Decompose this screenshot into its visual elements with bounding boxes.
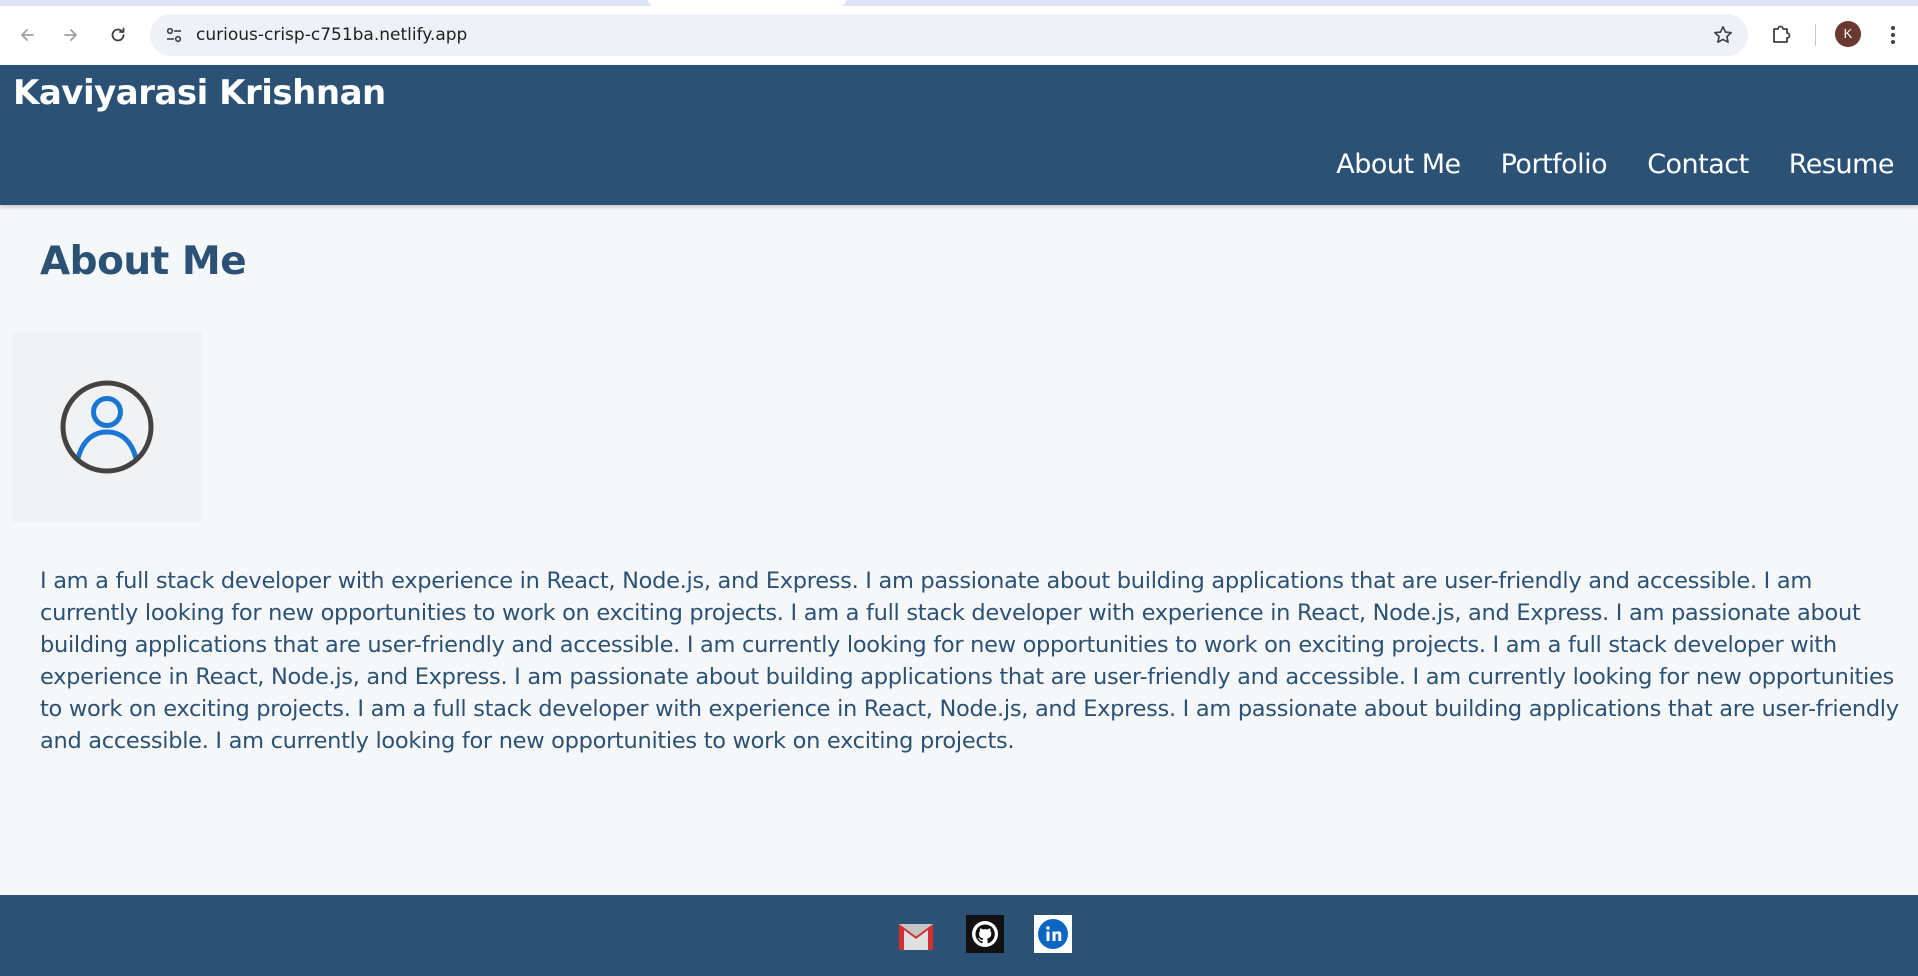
nav-contact[interactable]: Contact	[1647, 149, 1749, 180]
profile-image	[12, 332, 202, 522]
reload-button[interactable]	[103, 20, 133, 50]
user-avatar-icon	[60, 380, 154, 474]
bio-paragraph: I am a full stack developer with experie…	[40, 568, 1899, 754]
nav-resume[interactable]: Resume	[1789, 149, 1895, 180]
toolbar-separator	[1815, 24, 1816, 46]
github-icon[interactable]	[966, 915, 1004, 953]
linkedin-icon[interactable]	[1034, 915, 1072, 953]
reload-icon	[111, 27, 125, 42]
browser-chrome: curious-crisp-c751ba.netlify.app K	[0, 0, 1918, 65]
more-menu-icon[interactable]	[1880, 20, 1906, 50]
extensions-icon[interactable]	[1766, 20, 1796, 50]
site-footer	[0, 895, 1918, 976]
active-tab[interactable]	[648, 0, 846, 6]
site-header: Kaviyarasi Krishnan About Me Portfolio C…	[0, 65, 1918, 205]
back-arrow-icon	[21, 29, 34, 41]
page-title: About Me	[40, 239, 247, 284]
forward-button[interactable]	[56, 20, 86, 50]
tab-strip	[0, 0, 1918, 6]
address-bar[interactable]: curious-crisp-c751ba.netlify.app	[150, 14, 1748, 56]
url-text[interactable]: curious-crisp-c751ba.netlify.app	[196, 14, 467, 56]
back-button[interactable]	[12, 20, 42, 50]
bookmark-star-icon[interactable]	[1712, 24, 1734, 46]
gmail-icon[interactable]	[897, 915, 935, 953]
profile-avatar[interactable]: K	[1835, 21, 1861, 47]
site-brand: Kaviyarasi Krishnan	[13, 73, 386, 113]
main-nav: About Me Portfolio Contact Resume	[1336, 149, 1894, 180]
nav-about-me[interactable]: About Me	[1336, 149, 1461, 180]
nav-portfolio[interactable]: Portfolio	[1501, 149, 1608, 180]
site-settings-icon[interactable]	[164, 25, 184, 45]
forward-arrow-icon	[64, 29, 77, 41]
